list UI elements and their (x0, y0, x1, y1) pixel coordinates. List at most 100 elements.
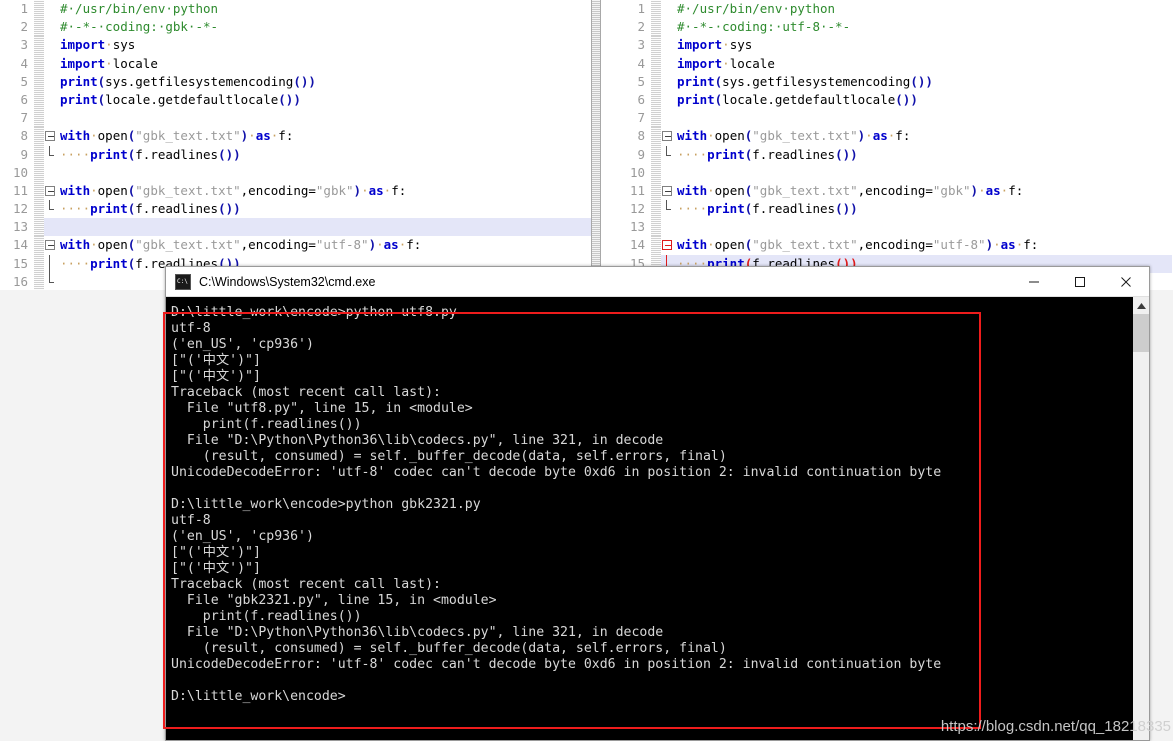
code-line[interactable]: 14 with·open("gbk_text.txt",encoding="utf… (601, 236, 1172, 255)
fold-column[interactable] (44, 18, 58, 36)
scroll-up-arrow[interactable] (1133, 297, 1149, 314)
fold-column[interactable] (44, 55, 58, 73)
code-text[interactable]: ····print(f.readlines()) (675, 200, 1172, 218)
fold-collapse-icon[interactable] (45, 131, 55, 142)
code-text[interactable]: #·-*-·coding:·gbk·-*- (58, 18, 591, 36)
scrollbar-thumb[interactable] (1133, 314, 1149, 352)
code-line[interactable]: 8 with·open("gbk_text.txt")·as·f: (0, 127, 591, 146)
fold-column[interactable] (661, 91, 675, 109)
fold-column[interactable] (661, 200, 675, 218)
code-line[interactable]: 13 (0, 218, 591, 237)
fold-column[interactable] (661, 18, 675, 36)
fold-column[interactable] (44, 164, 58, 182)
utf8-source-editor[interactable]: 1 #·/usr/bin/env·python 2 #·-*-·coding:·utf… (601, 0, 1172, 290)
fold-column[interactable] (661, 109, 675, 127)
fold-column[interactable] (44, 91, 58, 109)
code-line[interactable]: 2 #·-*-·coding:·gbk·-*- (0, 18, 591, 37)
fold-column[interactable] (44, 254, 58, 273)
code-text[interactable] (675, 109, 1172, 127)
fold-column[interactable] (661, 0, 675, 18)
code-line[interactable]: 2 #·-*-·coding:·utf-8·-*- (601, 18, 1172, 37)
fold-column[interactable] (44, 109, 58, 127)
code-line[interactable]: 11 with·open("gbk_text.txt",encoding="gbk… (601, 181, 1172, 201)
code-line[interactable]: 1 #·/usr/bin/env·python (601, 0, 1172, 19)
fold-column[interactable] (661, 236, 675, 254)
code-line[interactable]: 14 with·open("gbk_text.txt",encoding="utf… (0, 236, 591, 255)
fold-column[interactable] (44, 182, 58, 200)
fold-column[interactable] (44, 236, 58, 254)
code-line[interactable]: 9 ····print(f.readlines()) (601, 145, 1172, 164)
code-text[interactable]: with·open("gbk_text.txt")·as·f: (58, 127, 591, 145)
code-line[interactable]: 12 ····print(f.readlines()) (0, 200, 591, 219)
code-text[interactable]: ····print(f.readlines()) (58, 200, 591, 218)
code-text[interactable]: with·open("gbk_text.txt",encoding="gbk")… (675, 182, 1172, 200)
code-text[interactable] (58, 109, 591, 127)
code-line[interactable]: 1 #·/usr/bin/env·python (0, 0, 591, 19)
gbk-source-editor[interactable]: 1 #·/usr/bin/env·python 2 #·-*-·coding:·gbk… (0, 0, 591, 290)
fold-column[interactable] (44, 36, 58, 54)
close-button[interactable] (1103, 267, 1149, 297)
code-line[interactable]: 13 (601, 218, 1172, 237)
fold-collapse-icon[interactable] (45, 185, 55, 196)
code-text[interactable]: import·sys (675, 36, 1172, 54)
code-text[interactable]: with·open("gbk_text.txt")·as·f: (675, 127, 1172, 145)
fold-column[interactable] (44, 145, 58, 164)
fold-column[interactable] (661, 55, 675, 73)
code-text[interactable]: import·sys (58, 36, 591, 54)
fold-column[interactable] (661, 164, 675, 182)
code-line[interactable]: 3 import·sys (601, 36, 1172, 55)
fold-column[interactable] (661, 218, 675, 236)
fold-column[interactable] (44, 127, 58, 145)
console-output-area[interactable]: D:\little_work\encode>python utf8.py utf… (166, 297, 1132, 740)
code-line[interactable]: 10 (601, 163, 1172, 182)
fold-collapse-icon[interactable] (662, 185, 672, 196)
cmd-window[interactable]: C:\Windows\System32\cmd.exe D:\little_wo… (165, 266, 1150, 741)
code-text[interactable]: print(sys.getfilesystemencoding()) (675, 73, 1172, 91)
code-text[interactable]: ····print(f.readlines()) (58, 146, 591, 164)
code-text[interactable]: print(locale.getdefaultlocale()) (675, 91, 1172, 109)
scrollbar-track[interactable] (1133, 352, 1149, 740)
fold-column[interactable] (661, 182, 675, 200)
code-text[interactable]: #·/usr/bin/env·python (58, 0, 591, 18)
maximize-button[interactable] (1057, 267, 1103, 297)
code-text[interactable]: with·open("gbk_text.txt",encoding="utf-8… (675, 236, 1172, 254)
code-line[interactable]: 11 with·open("gbk_text.txt",encoding="gbk… (0, 181, 591, 201)
fold-column[interactable] (44, 272, 58, 290)
fold-column[interactable] (661, 73, 675, 91)
fold-collapse-icon[interactable] (662, 131, 672, 142)
editor-split-divider[interactable] (591, 0, 601, 290)
code-text[interactable]: import·locale (58, 55, 591, 73)
code-text[interactable]: import·locale (675, 55, 1172, 73)
console-scrollbar[interactable] (1132, 297, 1149, 740)
code-line[interactable]: 9 ····print(f.readlines()) (0, 145, 591, 164)
fold-collapse-icon[interactable] (45, 240, 55, 251)
fold-column[interactable] (44, 0, 58, 18)
code-line[interactable]: 6 print(locale.getdefaultlocale()) (601, 90, 1172, 110)
code-text[interactable]: with·open("gbk_text.txt",encoding="utf-8… (58, 236, 591, 254)
code-text[interactable]: print(locale.getdefaultlocale()) (58, 91, 591, 109)
minimize-button[interactable] (1011, 267, 1057, 297)
code-line[interactable]: 3 import·sys (0, 36, 591, 55)
code-text[interactable]: print(sys.getfilesystemencoding()) (58, 73, 591, 91)
code-text[interactable]: with·open("gbk_text.txt",encoding="gbk")… (58, 182, 591, 200)
code-text[interactable] (675, 164, 1172, 182)
code-line[interactable]: 5 print(sys.getfilesystemencoding()) (0, 72, 591, 91)
code-line[interactable]: 4 import·locale (601, 54, 1172, 73)
fold-column[interactable] (44, 73, 58, 91)
code-line[interactable]: 12 ····print(f.readlines()) (601, 200, 1172, 219)
code-line[interactable]: 10 (0, 163, 591, 182)
fold-column[interactable] (661, 36, 675, 54)
code-line[interactable]: 4 import·locale (0, 54, 591, 73)
fold-collapse-icon[interactable] (662, 240, 672, 251)
code-text[interactable]: #·/usr/bin/env·python (675, 0, 1172, 18)
code-line[interactable]: 8 with·open("gbk_text.txt")·as·f: (601, 127, 1172, 146)
code-text[interactable]: #·-*-·coding:·utf-8·-*- (675, 18, 1172, 36)
fold-column[interactable] (661, 127, 675, 145)
fold-column[interactable] (661, 145, 675, 164)
code-line[interactable]: 7 (0, 109, 591, 128)
code-line[interactable]: 7 (601, 109, 1172, 128)
code-text[interactable]: ····print(f.readlines()) (675, 146, 1172, 164)
fold-column[interactable] (44, 218, 58, 236)
code-text[interactable] (675, 218, 1172, 236)
code-line[interactable]: 6 print(locale.getdefaultlocale()) (0, 90, 591, 110)
